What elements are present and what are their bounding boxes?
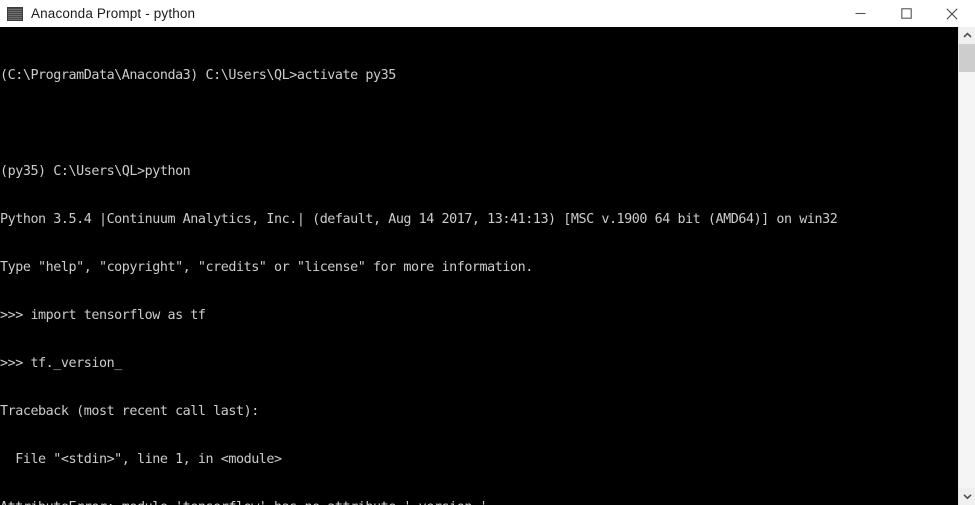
scrollbar-thumb[interactable] [959,44,975,72]
console-line: AttributeError: module 'tensorflow' has … [0,500,950,505]
console-line: Type "help", "copyright", "credits" or "… [0,260,533,275]
anaconda-prompt-window: Anaconda Prompt - python (C:\ProgramData… [0,0,975,505]
vertical-scrollbar[interactable] [958,27,975,505]
console-line: >>> tf._version_ [0,356,122,371]
console-icon [7,6,23,21]
console-output-area[interactable]: (C:\ProgramData\Anaconda3) C:\Users\QL>a… [0,27,975,505]
console-line: >>> import tensorflow as tf [0,308,206,323]
chevron-up-icon[interactable] [959,27,975,44]
close-button[interactable] [929,0,975,27]
console-line: (py35) C:\Users\QL>python [0,164,191,179]
chevron-down-icon[interactable] [959,488,975,505]
console-line: Python 3.5.4 |Continuum Analytics, Inc.|… [0,212,838,227]
maximize-button[interactable] [883,0,929,27]
scrollbar-track[interactable] [959,44,975,488]
console-text-block: (C:\ProgramData\Anaconda3) C:\Users\QL>a… [0,36,950,505]
window-titlebar[interactable]: Anaconda Prompt - python [0,0,975,27]
console-line: File "<stdin>", line 1, in <module> [0,452,282,467]
console-line: Traceback (most recent call last): [0,404,259,419]
titlebar-left-group: Anaconda Prompt - python [0,0,837,27]
window-title: Anaconda Prompt - python [31,6,196,21]
console-line: (C:\ProgramData\Anaconda3) C:\Users\QL>a… [0,68,396,83]
minimize-button[interactable] [837,0,883,27]
window-controls [837,0,975,27]
